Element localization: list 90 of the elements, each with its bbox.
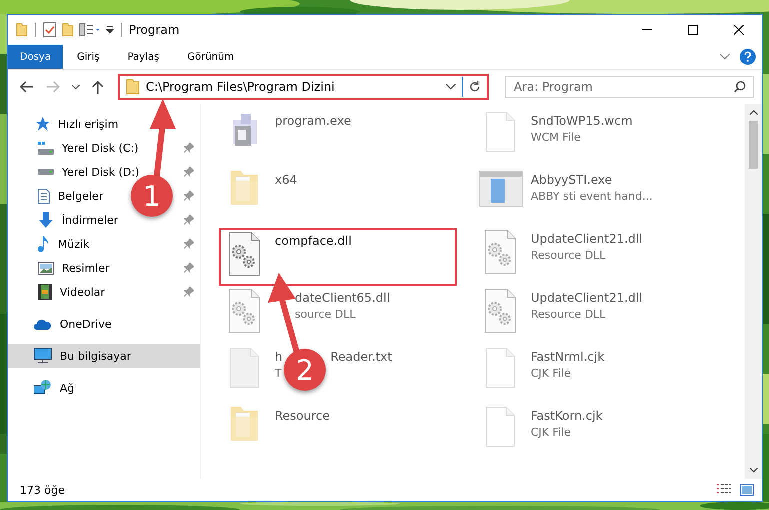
file-name: FastNrml.cjk [531, 350, 605, 364]
pictures-icon [38, 262, 54, 274]
sidebar-item[interactable]: OneDrive [34, 318, 112, 330]
refresh-icon[interactable] [469, 81, 481, 93]
sidebar-item[interactable]: İndirmeler [38, 212, 118, 228]
file-name: AbbyySTI.exe [531, 173, 612, 187]
document-icon [38, 188, 50, 204]
file-name: UpdateClient21.dll [531, 291, 643, 305]
file-type: T [275, 367, 282, 380]
folder-icon [231, 407, 259, 441]
sidebar-item[interactable]: Resimler [38, 262, 110, 274]
ribbon-tab[interactable]: Giriş [63, 45, 114, 69]
pin-icon[interactable] [184, 215, 194, 225]
ribbon-tab[interactable]: Görünüm [173, 45, 248, 69]
close-icon [734, 25, 744, 35]
file-icon [486, 407, 516, 447]
pin-icon[interactable] [184, 191, 194, 201]
folder-icon [231, 171, 259, 205]
file-icon [486, 112, 516, 152]
gears-file-icon [485, 289, 517, 333]
file-type: Resource DLL [531, 308, 606, 321]
drive-icon [38, 142, 54, 154]
film-icon [38, 284, 52, 300]
gears-file-icon [485, 230, 517, 274]
file-type: ABBY sti event hand... [531, 190, 653, 203]
scroll-down-icon[interactable] [750, 468, 758, 473]
address-path: C:\Program Files\Program Dizini [146, 80, 336, 94]
file-icon [230, 348, 260, 388]
file-type: Resource DLL [531, 249, 606, 262]
download-icon [38, 212, 54, 228]
search-field[interactable]: Ara: Program [505, 76, 754, 98]
help-icon[interactable] [740, 49, 756, 65]
file-type: source DLL [295, 308, 356, 321]
pin-icon[interactable] [184, 239, 194, 249]
file-name: program.exe [275, 114, 352, 128]
star-icon [34, 117, 50, 131]
gears-file-icon [229, 289, 261, 333]
file-icon [486, 348, 516, 388]
sidebar-item[interactable]: Ağ [34, 380, 75, 396]
file-name: Reader.txt [330, 350, 392, 364]
sidebar-item[interactable]: Yerel Disk (C:) [38, 142, 139, 154]
chevron-icon[interactable] [72, 84, 80, 90]
checklist-icon[interactable] [43, 22, 57, 38]
up-icon[interactable] [92, 80, 104, 94]
file-name: h [275, 350, 283, 364]
chevron-icon[interactable] [446, 84, 456, 90]
window-title: Program [129, 23, 180, 37]
ribbon-tab[interactable]: Dosya [8, 45, 64, 69]
file-name: FastKorn.cjk [531, 409, 603, 423]
sidebar-item[interactable]: Belgeler [38, 188, 104, 204]
step-number-badge: 2 [284, 349, 326, 391]
file-name: Resource [275, 409, 330, 423]
ribbon-tab[interactable]: Paylaş [114, 45, 174, 69]
file-type: WCM File [531, 131, 581, 144]
file-type: CJK File [531, 426, 572, 439]
scrollbar[interactable] [745, 104, 762, 479]
scrollbar-thumb[interactable] [749, 121, 758, 169]
file-name: dateClient65.dll [295, 291, 390, 305]
music-note-icon [38, 236, 50, 252]
folder-icon [126, 79, 140, 95]
maximize-icon [688, 25, 698, 35]
search-icon[interactable] [734, 81, 746, 93]
drive-icon [38, 169, 54, 175]
file-name: UpdateClient21.dll [531, 232, 643, 246]
minimize-icon [642, 29, 652, 31]
pin-icon[interactable] [184, 287, 194, 297]
file-name: x64 [275, 173, 298, 187]
address-bar[interactable]: C:\Program Files\Program Dizini [118, 74, 489, 100]
file-type: CJK File [531, 367, 572, 380]
sidebar-item[interactable]: Müzik [38, 236, 90, 252]
scroll-up-icon[interactable] [750, 110, 758, 115]
network-icon [34, 380, 52, 396]
pin-icon[interactable] [184, 143, 194, 153]
application-window-icon [479, 171, 523, 207]
properties-icon[interactable] [79, 23, 101, 37]
computer-icon [34, 348, 52, 364]
pin-icon[interactable] [184, 167, 194, 177]
sidebar-item[interactable]: Videolar [38, 284, 106, 300]
details-view-icon[interactable] [716, 484, 732, 496]
gears-file-icon [229, 232, 261, 276]
dropdown-icon[interactable] [106, 26, 114, 34]
cloud-icon [34, 318, 52, 330]
item-count: 173 öğe [20, 484, 65, 496]
file-name: compface.dll [275, 234, 352, 248]
back-icon[interactable] [20, 81, 34, 93]
pin-icon[interactable] [184, 263, 194, 273]
file-name: SndToWP15.wcm [531, 114, 633, 128]
sidebar-item[interactable]: Hızlı erişim [34, 117, 119, 131]
installer-icon [231, 112, 259, 146]
large-icons-view-icon[interactable] [740, 484, 754, 496]
